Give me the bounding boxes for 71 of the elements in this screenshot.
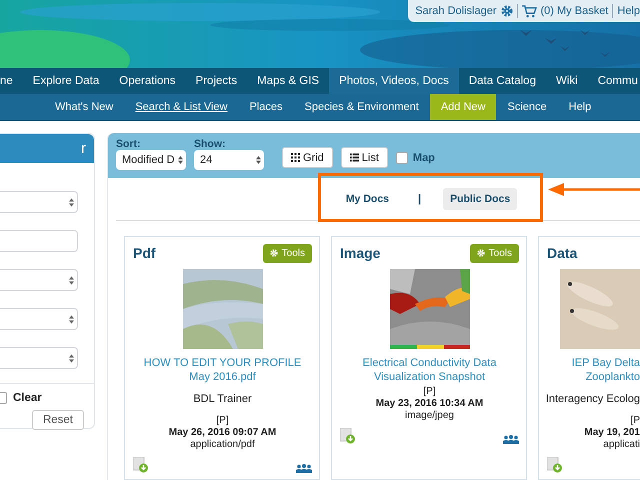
visibility-label: [P] bbox=[423, 386, 436, 398]
sort-label: Sort: bbox=[116, 138, 142, 150]
nav-item[interactable]: Operations bbox=[109, 68, 186, 94]
doc-tab[interactable]: My Docs bbox=[338, 188, 396, 210]
updown-icon bbox=[256, 156, 261, 164]
download-icon[interactable] bbox=[547, 457, 563, 473]
user-name[interactable]: Sarah Dolislager bbox=[415, 5, 497, 17]
reset-button[interactable]: Reset bbox=[32, 410, 84, 430]
gear-icon bbox=[270, 249, 278, 257]
subnav-link[interactable]: Species & Environment bbox=[294, 94, 430, 120]
map-checkbox[interactable] bbox=[396, 152, 408, 164]
visibility-label: [P bbox=[630, 415, 640, 427]
filter-input[interactable] bbox=[0, 230, 78, 252]
updown-icon bbox=[178, 156, 183, 164]
subnav-link[interactable]: What's New bbox=[44, 94, 124, 120]
author-name: Interagency Ecolog bbox=[546, 393, 640, 405]
nav-item[interactable]: Photos, Videos, Docs bbox=[329, 68, 459, 94]
modified-date: May 19, 201 bbox=[584, 427, 640, 439]
subnav-link[interactable]: Help bbox=[558, 94, 602, 120]
basket-link[interactable]: (0) My Basket bbox=[540, 5, 608, 17]
updown-icon bbox=[69, 314, 74, 324]
doc-tab[interactable]: Public Docs bbox=[443, 188, 518, 210]
subnav-link[interactable]: Search & List View bbox=[124, 94, 238, 120]
mime-type: application/pdf bbox=[190, 439, 255, 451]
show-label: Show: bbox=[194, 138, 226, 150]
help-link[interactable]: Help bbox=[617, 5, 640, 17]
list-icon bbox=[350, 153, 359, 162]
subnav-link[interactable]: Science bbox=[496, 94, 558, 120]
author-name: BDL Trainer bbox=[193, 393, 252, 405]
download-icon[interactable] bbox=[340, 428, 356, 444]
filter-dropdown[interactable] bbox=[0, 308, 78, 330]
filter-dropdown[interactable] bbox=[0, 347, 78, 369]
subnav-link[interactable]: Places bbox=[238, 94, 294, 120]
settings-icon[interactable] bbox=[500, 5, 513, 17]
show-dropdown[interactable]: 24 bbox=[194, 150, 264, 170]
tab-separator: | bbox=[418, 193, 422, 205]
document-title-link[interactable]: HOW TO EDIT YOUR PROFILE May 2016.pdf bbox=[133, 356, 312, 384]
sidebar-title: r bbox=[81, 140, 86, 157]
grid-icon bbox=[291, 153, 300, 162]
updown-icon bbox=[69, 198, 74, 206]
modified-date: May 23, 2016 10:34 AM bbox=[376, 398, 484, 410]
card-type: Data bbox=[547, 245, 578, 261]
filter-dropdown[interactable] bbox=[0, 191, 78, 213]
document-title-link[interactable]: IEP Bay Delta Zooplankto bbox=[547, 356, 640, 384]
group-icon bbox=[503, 435, 519, 444]
nav-item[interactable]: Commu bbox=[588, 68, 640, 94]
card-type: Pdf bbox=[133, 245, 156, 261]
modified-date: May 26, 2016 09:07 AM bbox=[168, 427, 276, 439]
updown-icon bbox=[69, 354, 74, 362]
document-title-link[interactable]: Electrical Conductivity Data Visualization Snapshot bbox=[340, 356, 519, 384]
mime-type: applicati bbox=[603, 439, 640, 451]
updown-icon bbox=[69, 276, 74, 284]
nav-item[interactable]: ne bbox=[0, 68, 23, 94]
download-icon[interactable] bbox=[133, 457, 149, 473]
group-icon bbox=[296, 464, 312, 473]
nav-item[interactable]: Wiki bbox=[546, 68, 588, 94]
clear-label: Clear bbox=[13, 392, 42, 404]
card-type: Image bbox=[340, 245, 380, 261]
sort-dropdown[interactable]: Modified D bbox=[116, 150, 186, 170]
mime-type: image/jpeg bbox=[405, 410, 454, 422]
nav-item[interactable]: Data Catalog bbox=[458, 68, 546, 94]
view-button[interactable]: Grid bbox=[282, 147, 333, 168]
visibility-label: [P] bbox=[216, 415, 229, 427]
view-button[interactable]: List bbox=[340, 147, 388, 168]
filter-dropdown[interactable] bbox=[0, 269, 78, 291]
nav-item[interactable]: Projects bbox=[186, 68, 248, 94]
cart-icon[interactable] bbox=[522, 4, 537, 18]
nav-item[interactable]: Explore Data bbox=[22, 68, 110, 94]
nav-item[interactable]: Maps & GIS bbox=[247, 68, 330, 94]
map-label: Map bbox=[412, 152, 435, 164]
gear-icon bbox=[476, 249, 485, 257]
